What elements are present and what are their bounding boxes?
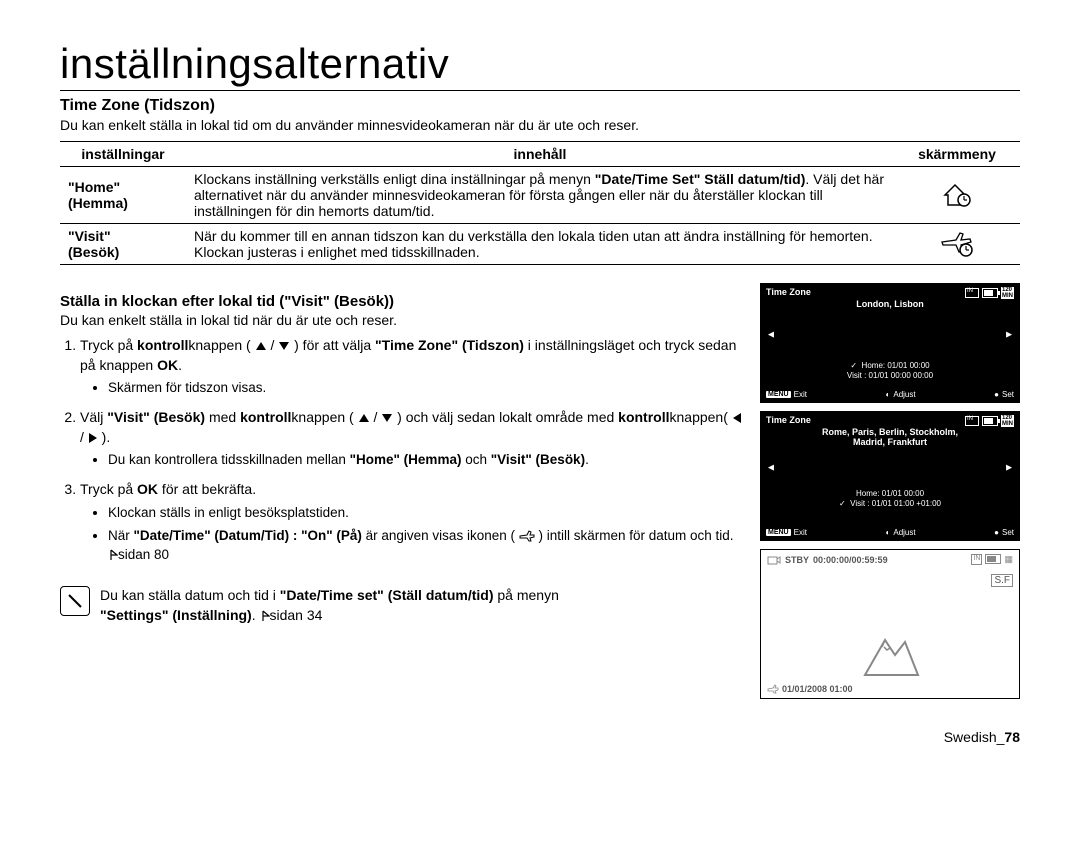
setting-home-l2: (Hemma) bbox=[68, 195, 128, 211]
steps-list: Tryck på kontrollknappen ( / ) för att v… bbox=[60, 336, 744, 564]
lcd2-city1: Rome, Paris, Berlin, Stockholm, bbox=[766, 427, 1014, 437]
intro-text: Du kan enkelt ställa in lokal tid om du … bbox=[60, 117, 1020, 133]
adjust-label: ◐ Adjust bbox=[886, 528, 916, 537]
step-3: Tryck på OK för att bekräfta. Klockan st… bbox=[80, 480, 744, 564]
card-icon: IN bbox=[965, 416, 979, 426]
lcd1-visit-line: Visit : 01/01 00:00 00:00 bbox=[766, 371, 1014, 381]
screenshots-column: Time Zone IN 120MIN London, Lisbon ◄ ► ✓… bbox=[760, 283, 1020, 699]
lcd-screen-2: Time Zone IN 120MIN Rome, Paris, Berlin,… bbox=[760, 411, 1020, 541]
stby-bottom: 01/01/2008 01:00 bbox=[767, 684, 853, 694]
table-header-row: inställningar innehåll skärmmeny bbox=[60, 142, 1020, 167]
set-label: ● Set bbox=[994, 390, 1014, 399]
left-nav-arrow: ◄ bbox=[766, 330, 776, 341]
th-content: innehåll bbox=[186, 142, 894, 167]
menu-badge: MENU bbox=[766, 529, 791, 536]
plane-small-icon bbox=[519, 530, 535, 542]
setting-visit-l1: "Visit" bbox=[68, 228, 111, 244]
lcd-screen-1: Time Zone IN 120MIN London, Lisbon ◄ ► ✓… bbox=[760, 283, 1020, 403]
note-text: Du kan ställa datum och tid i "Date/Time… bbox=[100, 586, 744, 625]
sub-heading: Ställa in klockan efter lokal tid ("Visi… bbox=[60, 293, 744, 310]
left-arrow-icon bbox=[732, 412, 742, 424]
lcd2-city2: Madrid, Frankfurt bbox=[766, 437, 1014, 447]
min-badge: 120MIN bbox=[1001, 415, 1014, 427]
lcd2-map: ◄ ► bbox=[766, 451, 1014, 485]
down-arrow-icon bbox=[278, 341, 290, 351]
right-nav-arrow: ► bbox=[1004, 463, 1014, 474]
lcd1-top-icons: IN 120MIN bbox=[965, 287, 1014, 299]
stby-screen: STBY 00:00:00/00:59:59 IN ▦ S.F 01/01/20… bbox=[760, 549, 1020, 699]
step-1: Tryck på kontrollknappen ( / ) för att v… bbox=[80, 336, 744, 398]
sf-badge: S.F bbox=[991, 574, 1013, 587]
lcd1-map: ◄ ► bbox=[766, 313, 1014, 357]
step2-bullet: Du kan kontrollera tidsskillnaden mellan… bbox=[108, 451, 744, 470]
page-ref-icon bbox=[108, 549, 118, 561]
up-arrow-icon bbox=[255, 341, 267, 351]
set-label: ● Set bbox=[994, 528, 1014, 537]
grid-icon: ▦ bbox=[1004, 554, 1013, 565]
lcd1-home-line: ✓ Home: 01/01 00:00 bbox=[766, 361, 1014, 371]
battery-icon bbox=[982, 416, 998, 426]
sub-intro: Du kan enkelt ställa in lokal tid när du… bbox=[60, 312, 744, 328]
lcd1-city: London, Lisbon bbox=[766, 299, 1014, 309]
page-ref-icon bbox=[260, 610, 270, 622]
page-footer: Swedish_78 bbox=[60, 729, 1020, 745]
lcd2-bottom-bar: MENU Exit ◐ Adjust ● Set bbox=[766, 528, 1014, 537]
step3-bullet2: När "Date/Time" (Datum/Tid) : "On" (På) … bbox=[108, 527, 744, 565]
footer-page: 78 bbox=[1004, 729, 1020, 745]
th-menu: skärmmeny bbox=[894, 142, 1020, 167]
settings-table: inställningar innehåll skärmmeny "Home" … bbox=[60, 141, 1020, 265]
lcd1-bottom-bar: MENU Exit ◐ Adjust ● Set bbox=[766, 390, 1014, 399]
stby-time: 00:00:00/00:59:59 bbox=[813, 555, 888, 565]
plane-clock-icon bbox=[940, 230, 974, 258]
menu-badge: MENU bbox=[766, 391, 791, 398]
adjust-label: ◐ Adjust bbox=[886, 390, 916, 399]
section-heading: Time Zone (Tidszon) bbox=[60, 97, 1020, 115]
setting-visit-l2: (Besök) bbox=[68, 244, 119, 260]
stby-date: 01/01/2008 01:00 bbox=[782, 684, 853, 694]
table-row: "Visit" (Besök) När du kommer till en an… bbox=[60, 224, 1020, 265]
left-nav-arrow: ◄ bbox=[766, 463, 776, 474]
stby-top-right: IN ▦ bbox=[971, 554, 1013, 565]
up-arrow-icon bbox=[358, 413, 370, 423]
step1-bullet: Skärmen för tidszon visas. bbox=[108, 379, 744, 398]
plane-tiny-icon bbox=[767, 684, 779, 694]
stby-label: STBY bbox=[785, 555, 809, 565]
home-clock-icon bbox=[941, 181, 973, 209]
down-arrow-icon bbox=[381, 413, 393, 423]
instructions-column: Ställa in klockan efter lokal tid ("Visi… bbox=[60, 283, 744, 699]
content-home: Klockans inställning verkställs enligt d… bbox=[186, 167, 894, 224]
min-badge: 120MIN bbox=[1001, 287, 1014, 299]
visit-icon-cell bbox=[894, 224, 1020, 265]
page-title: inställningsalternativ bbox=[60, 40, 1020, 91]
content-visit: När du kommer till en annan tidszon kan … bbox=[186, 224, 894, 265]
table-row: "Home" (Hemma) Klockans inställning verk… bbox=[60, 167, 1020, 224]
lcd2-top-icons: IN 120MIN bbox=[965, 415, 1014, 427]
battery-icon bbox=[985, 554, 1001, 564]
note-box: Du kan ställa datum och tid i "Date/Time… bbox=[60, 586, 744, 625]
lcd2-home-line: Home: 01/01 00:00 bbox=[766, 489, 1014, 499]
home-icon-cell bbox=[894, 167, 1020, 224]
card-icon: IN bbox=[965, 288, 979, 298]
setting-home: "Home" (Hemma) bbox=[60, 167, 186, 224]
th-settings: inställningar bbox=[60, 142, 186, 167]
mountain-icon bbox=[860, 630, 920, 680]
camera-icon bbox=[767, 554, 781, 566]
card-icon: IN bbox=[971, 554, 982, 565]
footer-lang: Swedish_ bbox=[944, 729, 1005, 745]
step-2: Välj "Visit" (Besök) med kontrollknappen… bbox=[80, 408, 744, 470]
battery-icon bbox=[982, 288, 998, 298]
note-icon bbox=[60, 586, 90, 616]
right-arrow-icon bbox=[88, 432, 98, 444]
lcd2-visit-line: ✓ Visit : 01/01 01:00 +01:00 bbox=[766, 499, 1014, 509]
setting-home-l1: "Home" bbox=[68, 179, 120, 195]
setting-visit: "Visit" (Besök) bbox=[60, 224, 186, 265]
right-nav-arrow: ► bbox=[1004, 330, 1014, 341]
step3-bullet1: Klockan ställs in enligt besöksplatstide… bbox=[108, 504, 744, 523]
